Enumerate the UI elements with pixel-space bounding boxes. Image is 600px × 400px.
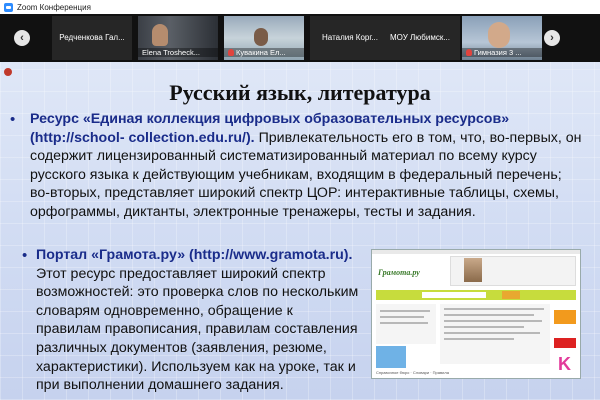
person-silhouette <box>152 24 168 46</box>
muted-mic-icon <box>228 49 234 56</box>
zoom-window: Zoom Конференция ‹ Редченкова Гал... Ele… <box>0 0 600 400</box>
gramota-website-screenshot: Грамота.ру K Справочное бюро · Словари ·… <box>371 249 581 379</box>
participant-tile[interactable]: Elena Trosheck... <box>138 16 218 60</box>
title-bar: Zoom Конференция <box>0 0 600 14</box>
participant-name: Наталия Корг... <box>322 33 378 42</box>
participants-strip: ‹ Редченкова Гал... Elena Trosheck... Ку… <box>0 14 600 62</box>
window-title: Zoom Конференция <box>17 2 91 12</box>
site-main-column <box>440 304 550 364</box>
site-banner-red <box>554 338 576 348</box>
bullet-icon: • <box>10 111 16 128</box>
participant-name-text: Гимназия 3 ... <box>474 48 522 57</box>
item-lead: Портал «Грамота.ру» (http://www.gramota.… <box>36 247 353 263</box>
site-text-line <box>444 314 534 316</box>
presentation-icon <box>4 68 12 76</box>
item-body: Этот ресурс предоставляет широкий спектр… <box>36 265 359 394</box>
muted-mic-icon <box>466 49 472 56</box>
participant-tile[interactable]: МОУ Любимск... <box>380 16 460 60</box>
site-search-button <box>502 291 520 299</box>
slide-item-school-collection: Ресурс «Единая коллекция цифровых образо… <box>30 110 585 222</box>
participant-tile[interactable]: Редченкова Гал... <box>52 16 132 60</box>
site-text-line <box>380 322 428 324</box>
slide-title: Русский язык, литература <box>169 80 431 105</box>
site-topbar <box>372 250 580 254</box>
participant-name: МОУ Любимск... <box>390 33 450 42</box>
participant-name: Elena Trosheck... <box>138 48 218 57</box>
person-silhouette <box>254 28 268 46</box>
next-page-button[interactable]: › <box>544 30 560 46</box>
site-text-line <box>444 326 524 328</box>
participant-name-text: Кувакина Ел... <box>236 48 286 57</box>
shared-screen: Русский язык, литература • Ресурс «Едина… <box>0 62 600 400</box>
person-silhouette <box>488 22 510 48</box>
site-banner-blue <box>376 346 406 368</box>
site-banner-orange <box>554 310 576 324</box>
site-text-line <box>444 320 542 322</box>
previous-page-button[interactable]: ‹ <box>14 30 30 46</box>
participant-name: Редченкова Гал... <box>59 33 125 42</box>
site-text-line <box>380 310 430 312</box>
site-text-line <box>444 308 544 310</box>
participant-name: Гимназия 3 ... <box>462 48 542 57</box>
site-logo: Грамота.ру <box>378 268 420 277</box>
site-footer-text: Справочное бюро · Словари · Правила <box>376 370 449 375</box>
site-k-logo-icon: K <box>558 354 571 374</box>
site-text-line <box>380 316 424 318</box>
site-search-field <box>422 292 486 298</box>
site-text-line <box>444 338 514 340</box>
slide-item-gramota: Портал «Грамота.ру» (http://www.gramota.… <box>36 246 361 395</box>
site-portrait-image <box>464 258 482 282</box>
participant-tile[interactable]: Наталия Корг... <box>310 16 390 60</box>
bullet-icon: • <box>22 247 28 264</box>
zoom-logo-icon <box>4 2 13 12</box>
participant-name: Кувакина Ел... <box>224 48 304 57</box>
participant-tile[interactable]: Кувакина Ел... <box>224 16 304 60</box>
site-text-line <box>444 332 540 334</box>
participant-tile[interactable]: Гимназия 3 ... <box>462 16 542 60</box>
